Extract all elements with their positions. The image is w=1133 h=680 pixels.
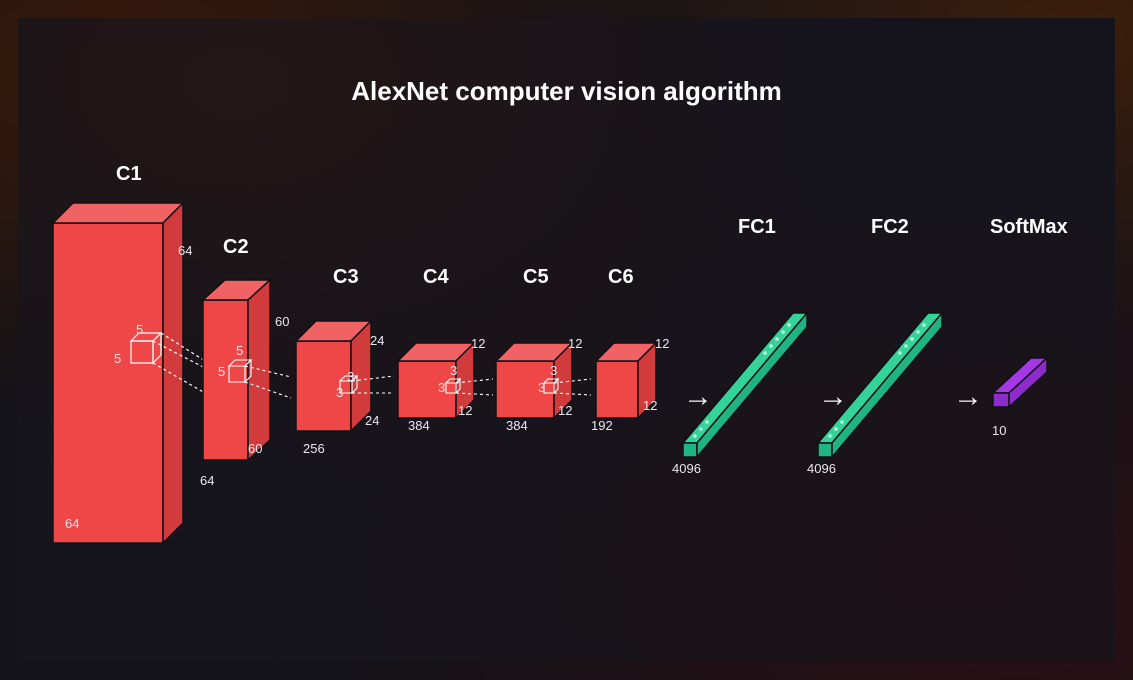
dim-fc1-n: 4096 — [672, 461, 701, 476]
dim-c3-h: 24 — [370, 333, 384, 348]
dim-c5-kh: 3 — [538, 380, 545, 395]
dim-c3-w: 24 — [365, 413, 379, 428]
dim-c3-kh: 3 — [336, 385, 343, 400]
dim-c1-w: 64 — [65, 516, 79, 531]
dim-c4-kw: 3 — [450, 363, 457, 378]
dim-c6-d: 192 — [591, 418, 613, 433]
label-c5: C5 — [523, 266, 549, 289]
label-c1: C1 — [116, 163, 142, 186]
dim-c4-kh: 3 — [438, 380, 445, 395]
dim-c6-h-top: 12 — [655, 336, 669, 351]
label-softmax: SoftMax — [990, 216, 1068, 239]
label-c4: C4 — [423, 266, 449, 289]
diagram-stage: C1 C2 C3 C4 C5 C6 FC1 FC2 SoftMax — [18, 18, 1115, 662]
dim-c3-d: 256 — [303, 441, 325, 456]
dim-c2-d: 60 — [275, 314, 289, 329]
dim-c3-kw: 3 — [347, 369, 354, 384]
dim-c1-h: 64 — [178, 243, 192, 258]
dim-c4-w: 12 — [458, 403, 472, 418]
dim-c1-kh: 5 — [114, 351, 121, 366]
label-fc1: FC1 — [738, 216, 776, 239]
label-fc2: FC2 — [871, 216, 909, 239]
dim-c5-kw: 3 — [550, 363, 557, 378]
dim-c2-d2: 60 — [248, 441, 262, 456]
dim-c2-kw: 5 — [236, 343, 243, 358]
label-c3: C3 — [333, 266, 359, 289]
label-c2: C2 — [223, 236, 249, 259]
dim-c6-w: 12 — [643, 398, 657, 413]
dim-c2-kh: 5 — [218, 364, 225, 379]
dim-c4-d: 384 — [408, 418, 430, 433]
layer-fc1 — [683, 303, 823, 473]
layer-fc2 — [818, 303, 958, 473]
dim-fc2-n: 4096 — [807, 461, 836, 476]
dim-c5-h-top: 12 — [568, 336, 582, 351]
dim-c5-d: 384 — [506, 418, 528, 433]
layer-softmax — [993, 353, 1083, 423]
dim-c5-w: 12 — [558, 403, 572, 418]
label-c6: C6 — [608, 266, 634, 289]
dim-c2-h: 64 — [200, 473, 214, 488]
dim-c1-kw: 5 — [136, 322, 143, 337]
dim-softmax-n: 10 — [992, 423, 1006, 438]
dim-c4-h-top: 12 — [471, 336, 485, 351]
